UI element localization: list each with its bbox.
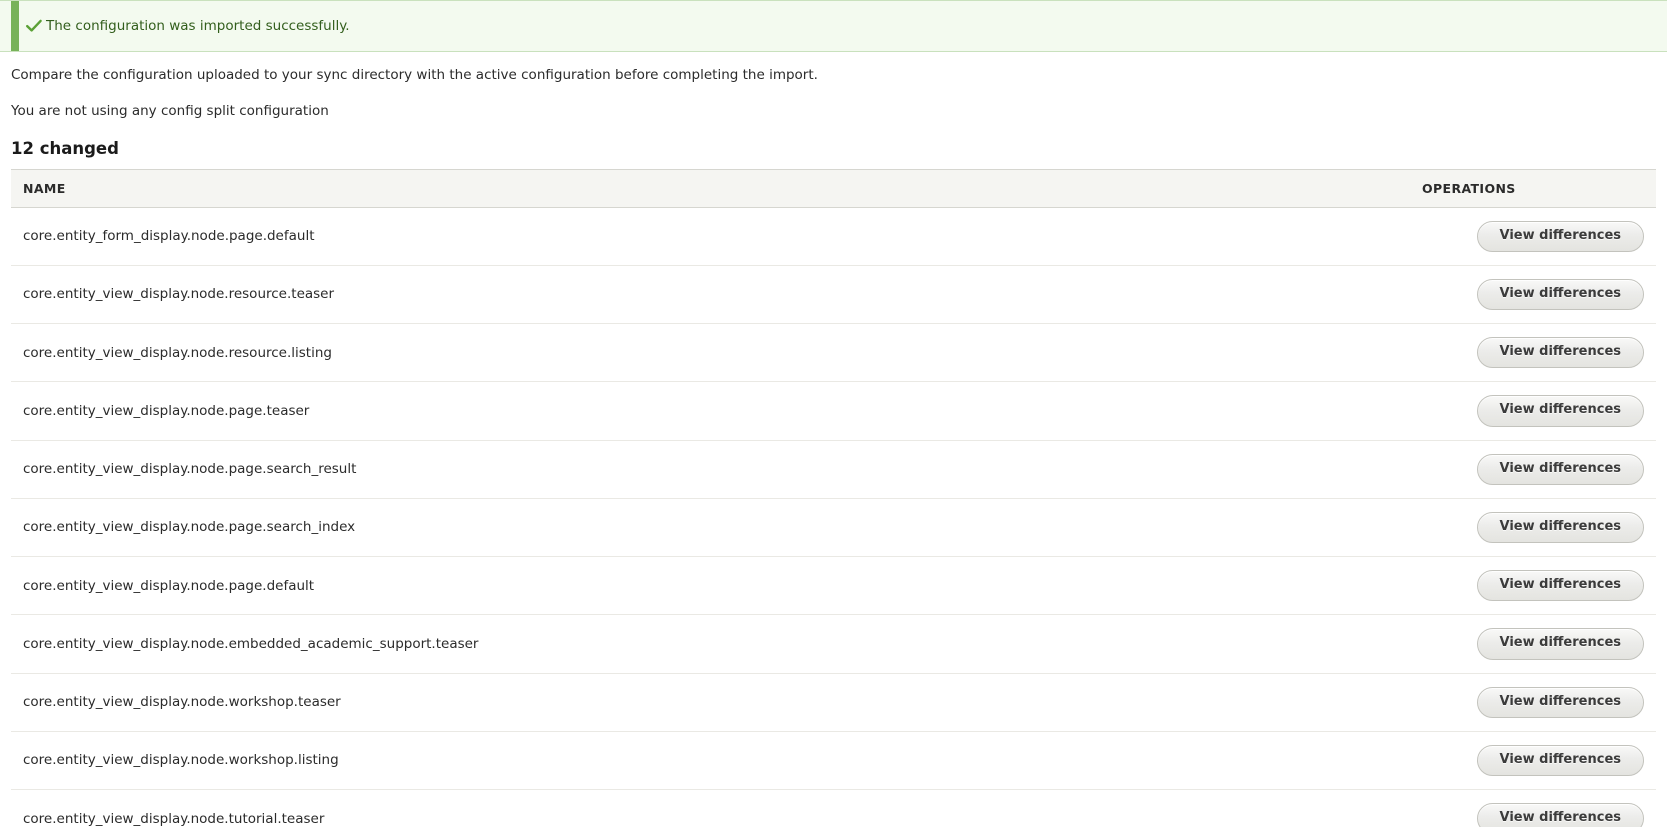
table-row: core.entity_view_display.node.tutorial.t… bbox=[11, 789, 1656, 827]
view-differences-button[interactable]: View differences bbox=[1476, 278, 1644, 311]
operations-cell: View differences bbox=[1406, 323, 1656, 383]
view-differences-button[interactable]: View differences bbox=[1476, 337, 1644, 369]
table-row: core.entity_view_display.node.workshop.l… bbox=[11, 731, 1656, 791]
config-name-cell: core.entity_view_display.node.page.tease… bbox=[11, 381, 1406, 441]
operations-cell: View differences bbox=[1406, 498, 1656, 558]
table-row: core.entity_view_display.node.workshop.t… bbox=[11, 673, 1656, 732]
operations-cell: View differences bbox=[1406, 614, 1656, 674]
success-message-text: The configuration was imported successfu… bbox=[46, 17, 350, 34]
check-icon bbox=[25, 17, 43, 35]
operations-cell: View differences bbox=[1406, 265, 1656, 325]
view-differences-button[interactable]: View differences bbox=[1476, 453, 1644, 485]
status-message-region: The configuration was imported successfu… bbox=[0, 0, 1667, 52]
table-row: core.entity_view_display.node.resource.l… bbox=[11, 323, 1656, 383]
config-name-cell: core.entity_view_display.node.workshop.l… bbox=[11, 731, 1406, 791]
operations-cell: View differences bbox=[1406, 207, 1656, 266]
view-differences-button[interactable]: View differences bbox=[1476, 803, 1644, 827]
intro-paragraph-primary: Compare the configuration uploaded to yo… bbox=[11, 67, 818, 83]
operations-cell: View differences bbox=[1406, 381, 1656, 441]
success-message: The configuration was imported successfu… bbox=[0, 0, 1667, 52]
view-differences-button[interactable]: View differences bbox=[1476, 395, 1644, 427]
table-row: core.entity_view_display.node.resource.t… bbox=[11, 265, 1656, 325]
view-differences-button[interactable]: View differences bbox=[1476, 686, 1644, 718]
operations-cell: View differences bbox=[1406, 440, 1656, 499]
column-header-name: NAME bbox=[11, 168, 1406, 208]
page-title: 12 changed bbox=[11, 138, 119, 158]
config-name-cell: core.entity_view_display.node.page.searc… bbox=[11, 498, 1406, 558]
table-row: core.entity_view_display.node.page.defau… bbox=[11, 556, 1656, 616]
table-header: NAME OPERATIONS bbox=[11, 168, 1656, 208]
table-body: core.entity_form_display.node.page.defau… bbox=[11, 207, 1656, 827]
intro-paragraph-config-split: You are not using any config split confi… bbox=[11, 102, 329, 119]
view-differences-button[interactable]: View differences bbox=[1476, 744, 1644, 777]
config-name-cell: core.entity_view_display.node.embedded_a… bbox=[11, 614, 1406, 674]
operations-cell: View differences bbox=[1406, 789, 1656, 827]
changed-config-table: NAME OPERATIONS core.entity_form_display… bbox=[11, 168, 1656, 827]
view-differences-button[interactable]: View differences bbox=[1476, 570, 1644, 602]
table-row: core.entity_view_display.node.page.searc… bbox=[11, 498, 1656, 558]
column-header-operations: OPERATIONS bbox=[1406, 168, 1656, 208]
table-row: core.entity_view_display.node.embedded_a… bbox=[11, 614, 1656, 674]
operations-cell: View differences bbox=[1406, 556, 1656, 616]
config-name-cell: core.entity_view_display.node.page.searc… bbox=[11, 440, 1406, 499]
view-differences-button[interactable]: View differences bbox=[1476, 628, 1644, 660]
config-name-cell: core.entity_view_display.node.page.defau… bbox=[11, 556, 1406, 616]
view-differences-button[interactable]: View differences bbox=[1476, 511, 1644, 544]
config-name-cell: core.entity_view_display.node.tutorial.t… bbox=[11, 789, 1406, 827]
view-differences-button[interactable]: View differences bbox=[1476, 220, 1644, 252]
table-row: core.entity_view_display.node.page.tease… bbox=[11, 381, 1656, 441]
table-row: core.entity_view_display.node.page.searc… bbox=[11, 440, 1656, 499]
table-row: core.entity_form_display.node.page.defau… bbox=[11, 207, 1656, 266]
operations-cell: View differences bbox=[1406, 673, 1656, 732]
config-name-cell: core.entity_view_display.node.resource.l… bbox=[11, 323, 1406, 383]
table-header-row: NAME OPERATIONS bbox=[11, 168, 1656, 208]
page-content: Compare the configuration uploaded to yo… bbox=[0, 52, 1667, 827]
config-name-cell: core.entity_form_display.node.page.defau… bbox=[11, 207, 1406, 266]
operations-cell: View differences bbox=[1406, 731, 1656, 791]
config-name-cell: core.entity_view_display.node.workshop.t… bbox=[11, 673, 1406, 732]
config-name-cell: core.entity_view_display.node.resource.t… bbox=[11, 265, 1406, 325]
